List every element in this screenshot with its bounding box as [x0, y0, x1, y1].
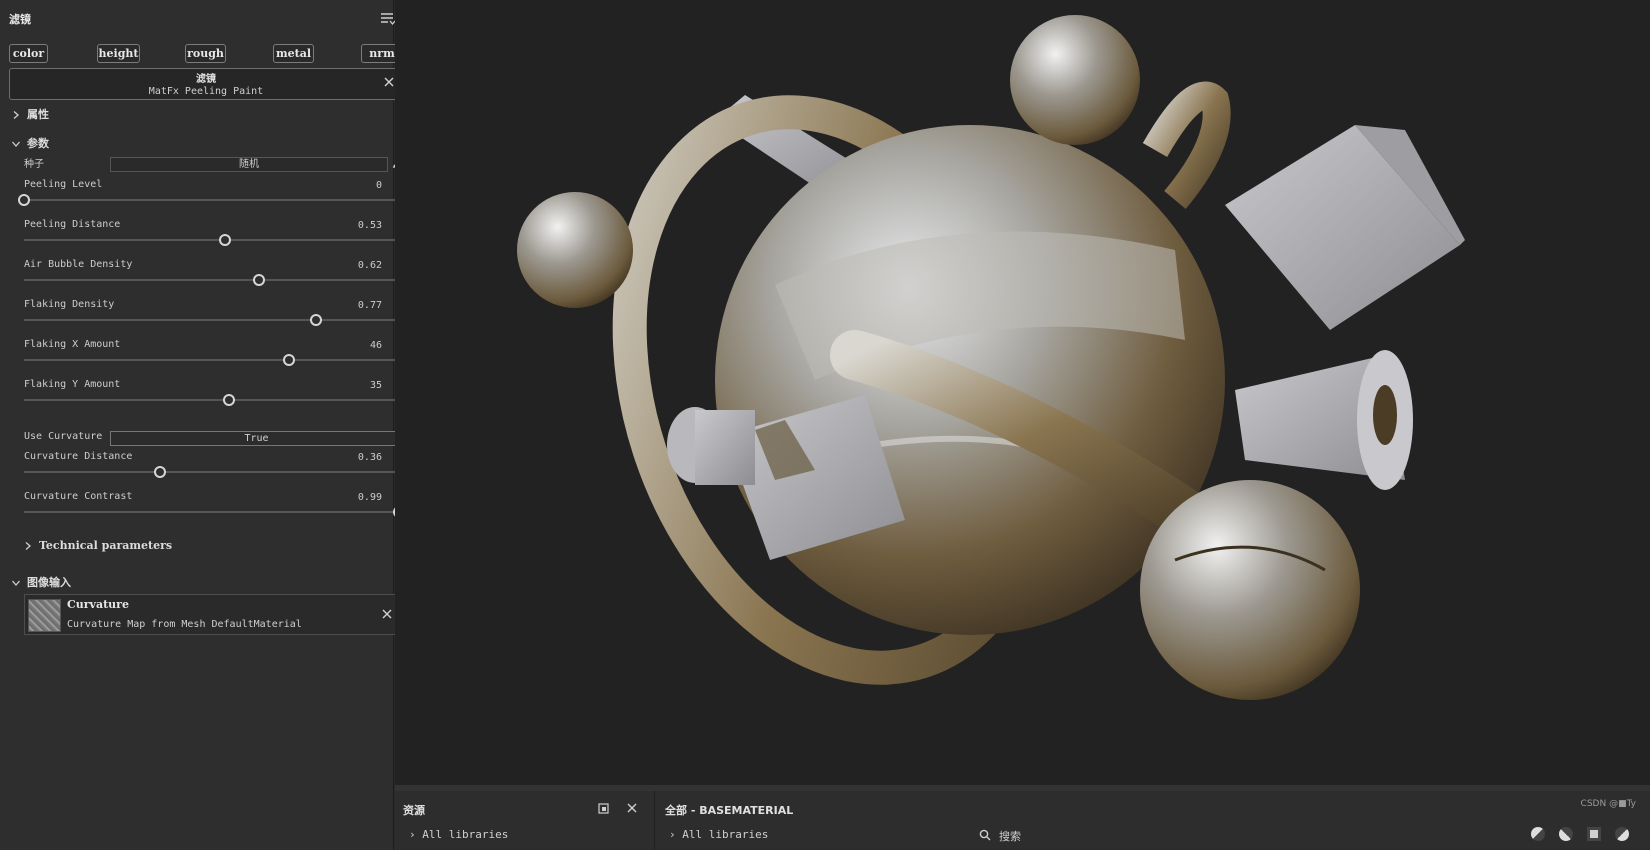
chevron-right-icon: › — [409, 828, 423, 841]
slider-thumb[interactable] — [18, 194, 30, 206]
assets-panel: 资源 › All libraries — [395, 791, 655, 850]
asset-dock: 资源 › All libraries 全部 - BASEMATERIAL › A… — [395, 785, 1650, 850]
slider-thumb[interactable] — [283, 354, 296, 366]
chevron-right-icon — [25, 542, 31, 550]
curvature-thumbnail — [28, 599, 61, 632]
use-curvature-label: Use Curvature — [24, 431, 103, 442]
slider-label: Curvature Contrast — [24, 491, 133, 502]
channel-rough-button[interactable]: rough — [185, 44, 226, 63]
section-parameters[interactable]: 参数 — [12, 135, 49, 151]
mesh-render — [517, 15, 1465, 700]
section-image-inputs-label: 图像输入 — [27, 576, 71, 589]
assets-title: 资源 — [403, 804, 425, 817]
all-libraries-right[interactable]: › All libraries — [669, 828, 768, 841]
slider-label: Peeling Level — [24, 179, 103, 190]
all-libraries-left-label: All libraries — [422, 828, 509, 841]
section-technical-label: Technical parameters — [39, 539, 173, 552]
slider-track[interactable] — [24, 274, 403, 286]
material-preview-rough-icon[interactable] — [1559, 827, 1573, 841]
material-preview-env-icon[interactable] — [1615, 827, 1629, 841]
seed-label: 种子 — [24, 159, 44, 170]
chevron-right-icon — [13, 111, 19, 119]
section-image-inputs[interactable]: 图像输入 — [12, 574, 71, 590]
library-title: 全部 - BASEMATERIAL — [665, 804, 794, 817]
slider-value: 0 — [375, 180, 382, 191]
channel-metal-button[interactable]: metal — [273, 44, 314, 63]
all-libraries-right-label: All libraries — [682, 828, 769, 841]
use-curvature-toggle[interactable]: True — [110, 431, 403, 446]
chevron-right-icon: › — [669, 828, 683, 841]
filter-label: 滤镜 — [196, 74, 216, 85]
slider-value: 0.99 — [357, 492, 382, 503]
channel-color-button[interactable]: color — [9, 44, 48, 63]
slider-track[interactable] — [24, 394, 403, 406]
slider-thumb[interactable] — [252, 274, 265, 286]
close-icon[interactable] — [626, 802, 638, 814]
filter-name: MatFx Peeling Paint — [148, 86, 264, 97]
channel-height-button[interactable]: height — [97, 44, 140, 63]
slider-value: 0.62 — [357, 260, 382, 271]
slider-value: 0.36 — [357, 452, 382, 463]
slider-label: Peeling Distance — [24, 219, 121, 230]
slider-thumb[interactable] — [222, 394, 235, 406]
material-preview-sphere-icon[interactable] — [1531, 827, 1545, 841]
panel-title: 滤镜 — [9, 13, 31, 26]
filter-panel: 滤镜 color height rough metal nrm 滤镜 MatFx… — [0, 0, 406, 850]
watermark: CSDN @■Ty — [1580, 799, 1636, 809]
slider-value: 46 — [369, 340, 382, 351]
slider-label: Flaking X Amount — [24, 339, 121, 350]
section-parameters-label: 参数 — [27, 137, 49, 150]
close-icon[interactable] — [380, 607, 394, 621]
slider-value: 0.77 — [357, 300, 382, 311]
slider-label: Flaking Y Amount — [24, 379, 121, 390]
close-icon[interactable] — [382, 75, 396, 89]
slider-track[interactable] — [18, 194, 403, 206]
3d-viewport[interactable] — [395, 0, 1650, 785]
search-input[interactable]: 搜索 — [999, 828, 1021, 844]
filter-selector[interactable]: 滤镜 MatFx Peeling Paint — [9, 68, 403, 100]
section-properties[interactable]: 属性 — [12, 106, 49, 122]
slider-value: 0.53 — [357, 220, 382, 231]
slider-track[interactable] — [24, 354, 403, 366]
menu-icon[interactable] — [380, 11, 396, 27]
search-icon — [979, 829, 991, 841]
all-libraries-left[interactable]: › All libraries — [409, 828, 508, 841]
popout-icon[interactable] — [598, 803, 609, 814]
slider-thumb[interactable] — [154, 466, 167, 478]
section-properties-label: 属性 — [27, 108, 49, 121]
image-input-name: Curvature — [67, 598, 129, 611]
slider-label: Flaking Density — [24, 299, 115, 310]
slider-label: Air Bubble Density — [24, 259, 133, 270]
slider-track[interactable] — [24, 466, 403, 478]
section-technical[interactable]: Technical parameters — [24, 539, 172, 552]
image-input-description: Curvature Map from Mesh DefaultMaterial — [67, 619, 302, 630]
slider-label: Curvature Distance — [24, 451, 133, 462]
slider-thumb[interactable] — [309, 314, 322, 326]
slider-thumb[interactable] — [218, 234, 231, 246]
seed-field[interactable]: 随机 — [110, 157, 388, 172]
chevron-down-icon — [12, 141, 20, 147]
chevron-down-icon — [12, 580, 20, 586]
slider-value: 35 — [369, 380, 382, 391]
slider-track[interactable] — [24, 506, 406, 518]
material-preview-plane-icon[interactable] — [1587, 827, 1601, 841]
image-input-slot[interactable]: Curvature Curvature Map from Mesh Defaul… — [24, 594, 403, 635]
slider-track[interactable] — [24, 234, 403, 246]
slider-track[interactable] — [24, 314, 403, 326]
